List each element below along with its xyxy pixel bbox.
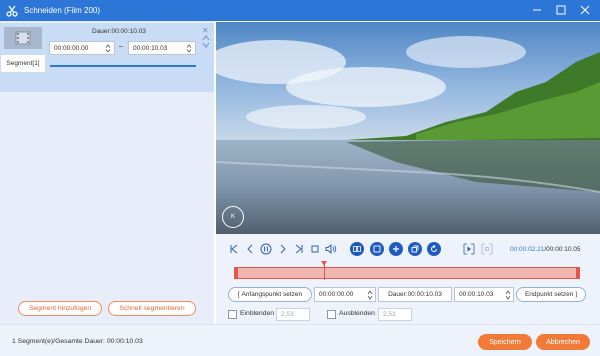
time-readout: 00:00:02.21/00:00:10.05 bbox=[510, 246, 581, 253]
set-start-button[interactable]: [ Anfangspunkt setzen bbox=[228, 287, 312, 302]
window-title: Schneiden (Film 200) bbox=[24, 6, 101, 15]
scissors-icon bbox=[6, 5, 18, 17]
fade-out-checkbox[interactable] bbox=[327, 310, 336, 319]
fade-in-label: Einblenden bbox=[240, 310, 275, 317]
start-time-value: 00:00:00.00 bbox=[319, 291, 354, 298]
end-time-value: 00:00:10.03 bbox=[459, 291, 494, 298]
fade-in-input[interactable]: 2,53 bbox=[276, 308, 310, 321]
volume-icon[interactable] bbox=[325, 243, 337, 255]
duplicate-icon[interactable] bbox=[408, 242, 422, 256]
total-duration-summary: 1 Segment(e)/Gesamte Dauer: 00:00:10.03 bbox=[12, 338, 143, 345]
start-time-input[interactable]: 00:00:00.00 bbox=[314, 287, 376, 302]
segment-panel: Segment[1] Dauer:00:00:10.03 ✕ 00:00:00.… bbox=[0, 21, 214, 324]
fade-in-checkbox[interactable] bbox=[228, 310, 237, 319]
video-frame bbox=[216, 22, 600, 234]
range-dash: – bbox=[119, 43, 123, 50]
video-preview[interactable]: K bbox=[216, 22, 600, 234]
title-bar: Schneiden (Film 200) bbox=[0, 0, 600, 21]
current-time: 00:00:02.21 bbox=[510, 246, 545, 253]
watermark-logo: K bbox=[222, 206, 244, 228]
trim-set-row: [ Anfangspunkt setzen 00:00:00.00 Dauer:… bbox=[216, 287, 600, 302]
loop-segment-icon[interactable] bbox=[481, 243, 493, 255]
footer: 1 Segment(e)/Gesamte Dauer: 00:00:10.03 … bbox=[0, 324, 600, 356]
segment-range-bar bbox=[50, 65, 196, 67]
trim-timeline[interactable] bbox=[234, 267, 580, 279]
set-end-button[interactable]: Endpunkt setzen ] bbox=[516, 287, 586, 302]
stepper-icon[interactable] bbox=[105, 44, 111, 53]
fade-out-input[interactable]: 2,53 bbox=[378, 308, 412, 321]
trim-end-handle[interactable] bbox=[576, 268, 579, 278]
segment-end-input[interactable]: 00:00:10.03 bbox=[128, 41, 196, 55]
stepper-icon[interactable] bbox=[505, 290, 511, 300]
trim-duration: Dauer:00:00:10.03 bbox=[378, 287, 452, 302]
chevron-down-icon[interactable] bbox=[202, 42, 210, 48]
stop-icon[interactable] bbox=[309, 243, 321, 255]
total-time: 00:00:10.05 bbox=[546, 246, 581, 253]
segment-end-value: 00:00:10.03 bbox=[133, 44, 168, 52]
segment-card[interactable]: Segment[1] Dauer:00:00:10.03 ✕ 00:00:00.… bbox=[0, 23, 214, 92]
player-controls: 00:00:02.21/00:00:10.05 [ Anfangspunkt s… bbox=[216, 234, 600, 324]
fade-out-label: Ausblenden bbox=[339, 310, 375, 317]
skip-start-icon[interactable] bbox=[228, 243, 240, 255]
new-segment-icon[interactable] bbox=[370, 242, 384, 256]
stepper-icon[interactable] bbox=[186, 44, 192, 53]
set-start-label: Anfangspunkt setzen bbox=[241, 291, 303, 298]
pause-icon[interactable] bbox=[260, 243, 272, 255]
previous-frame-icon[interactable] bbox=[244, 243, 256, 255]
copy-segment-icon[interactable] bbox=[350, 242, 364, 256]
segment-close-icon[interactable]: ✕ bbox=[202, 26, 209, 35]
segment-start-input[interactable]: 00:00:00.00 bbox=[49, 41, 115, 55]
quick-split-button[interactable]: Schnell segmentieren bbox=[108, 301, 196, 316]
minimize-icon[interactable] bbox=[530, 3, 544, 17]
film-icon bbox=[4, 27, 42, 49]
play-segment-icon[interactable] bbox=[463, 243, 475, 255]
set-end-label: Endpunkt setzen bbox=[524, 291, 574, 298]
skip-end-icon[interactable] bbox=[293, 243, 305, 255]
chevron-up-icon[interactable] bbox=[202, 35, 210, 41]
save-button[interactable]: Speichern bbox=[478, 334, 532, 350]
stepper-icon[interactable] bbox=[367, 290, 373, 300]
add-icon[interactable] bbox=[389, 242, 403, 256]
fade-row: Einblenden 2,53 Ausblenden 2,53 bbox=[216, 308, 600, 322]
maximize-icon[interactable] bbox=[554, 3, 568, 17]
segment-tab-label[interactable]: Segment[1] bbox=[1, 55, 45, 72]
segment-start-value: 00:00:00.00 bbox=[54, 44, 89, 52]
end-time-input[interactable]: 00:00:10.03 bbox=[454, 287, 514, 302]
reset-icon[interactable] bbox=[427, 242, 441, 256]
next-frame-icon[interactable] bbox=[277, 243, 289, 255]
playhead-marker-icon[interactable] bbox=[321, 261, 327, 266]
close-icon[interactable] bbox=[578, 3, 592, 17]
cancel-button[interactable]: Abbrechen bbox=[536, 334, 590, 350]
segment-duration: Dauer:00:00:10.03 bbox=[92, 28, 146, 35]
trim-start-handle[interactable] bbox=[235, 268, 238, 278]
add-segment-button[interactable]: Segment hinzufügen bbox=[18, 301, 102, 316]
